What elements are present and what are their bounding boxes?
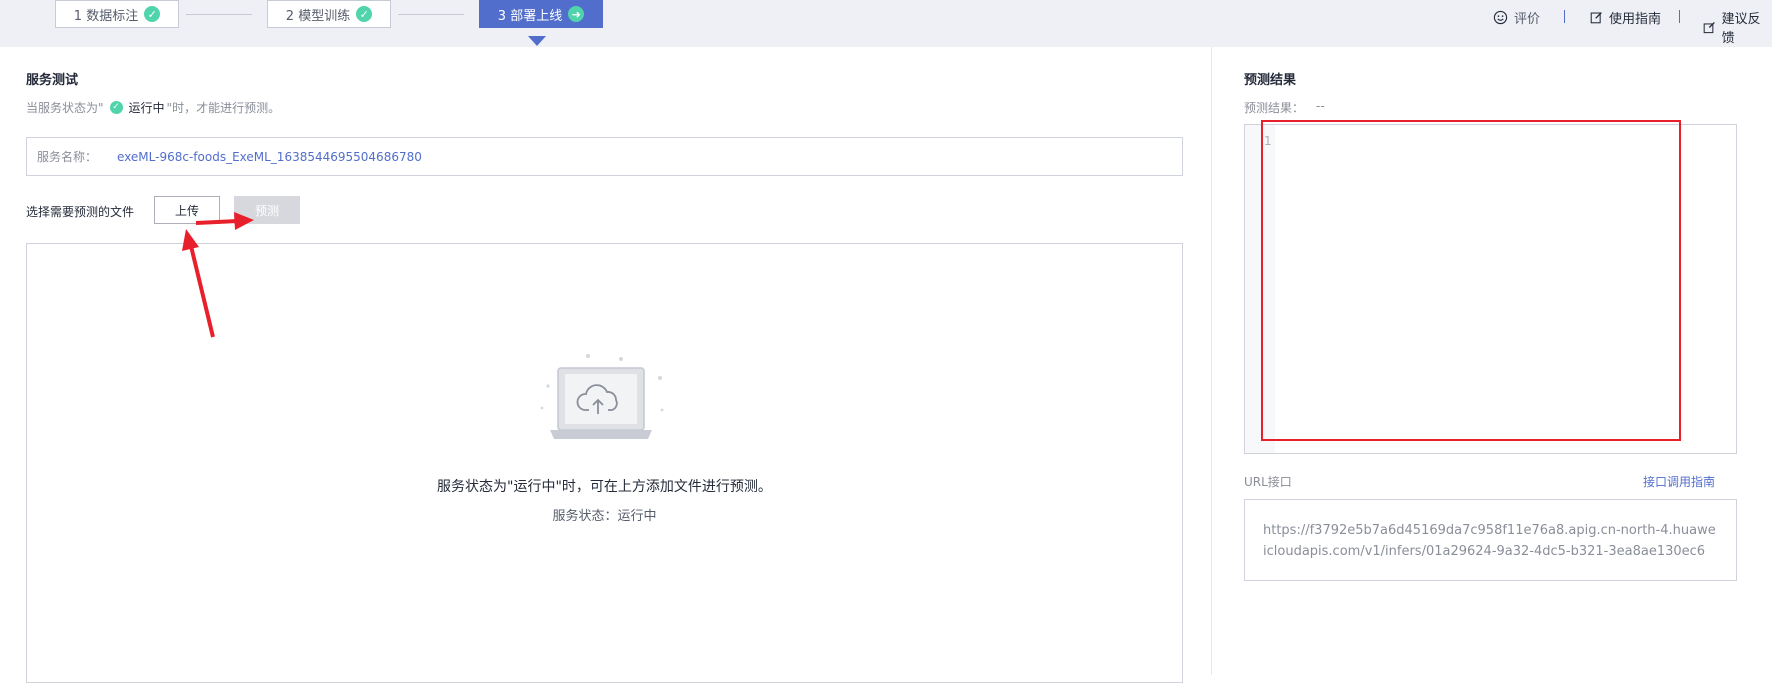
predict-button[interactable]: 预测 bbox=[234, 196, 300, 224]
service-name-label: 服务名称： bbox=[37, 150, 98, 164]
arrow-right-icon: ➜ bbox=[568, 6, 585, 22]
step-model-training[interactable]: 2 模型训练 ✓ bbox=[267, 0, 391, 28]
rate-label: 评价 bbox=[1514, 12, 1541, 27]
feedback-link[interactable]: 建议反馈 bbox=[1703, 8, 1772, 46]
rate-link[interactable]: 评价 bbox=[1493, 8, 1540, 27]
url-guide-link[interactable]: 接口调用指南 bbox=[1643, 473, 1715, 490]
step-data-labeling[interactable]: 1 数据标注 ✓ bbox=[55, 0, 179, 28]
step-label: 3 部署上线 bbox=[497, 8, 563, 24]
step-deploy[interactable]: 3 部署上线 ➜ bbox=[479, 0, 603, 28]
hint-prefix: 当服务状态为" bbox=[26, 101, 104, 115]
prediction-result-line: 预测结果： -- bbox=[1244, 99, 1325, 116]
prediction-result-label: 预测结果： bbox=[1244, 101, 1305, 115]
step-connector bbox=[186, 14, 252, 15]
laptop-cloud-upload-icon bbox=[540, 354, 664, 439]
prediction-result-title: 预测结果 bbox=[1244, 73, 1297, 88]
smile-icon bbox=[1493, 10, 1508, 25]
check-icon: ✓ bbox=[109, 101, 123, 114]
external-edit-icon bbox=[1703, 21, 1715, 33]
divider bbox=[1679, 10, 1680, 23]
check-icon: ✓ bbox=[356, 6, 373, 22]
url-label: URL接口 bbox=[1244, 475, 1292, 489]
service-name-field: 服务名称： exeML-968c-foods_ExeML_16385446955… bbox=[26, 137, 1183, 176]
step-connector bbox=[398, 14, 464, 15]
divider bbox=[1564, 10, 1565, 23]
prediction-result-value: -- bbox=[1316, 99, 1325, 113]
upload-button[interactable]: 上传 bbox=[154, 196, 220, 224]
service-test-title: 服务测试 bbox=[26, 73, 79, 88]
hint-suffix: "时，才能进行预测。 bbox=[166, 101, 281, 115]
service-status-hint: 当服务状态为" ✓ 运行中 "时，才能进行预测。 bbox=[26, 99, 280, 116]
select-file-label: 选择需要预测的文件 bbox=[26, 205, 135, 219]
url-value-field[interactable]: https://f3792e5b7a6d45169da7c958f11e76a8… bbox=[1244, 499, 1737, 581]
step-label: 2 模型训练 bbox=[285, 8, 351, 24]
edit-icon bbox=[1590, 12, 1602, 24]
file-dropzone[interactable] bbox=[26, 243, 1183, 683]
hint-status: 运行中 bbox=[128, 101, 165, 115]
panel-divider bbox=[1211, 47, 1212, 675]
check-icon: ✓ bbox=[144, 6, 161, 22]
step-label: 1 数据标注 bbox=[73, 8, 139, 24]
annotation-highlight-box bbox=[1261, 120, 1681, 441]
dropzone-status: 服务状态：运行中 bbox=[552, 509, 657, 524]
guide-label: 使用指南 bbox=[1609, 12, 1662, 27]
feedback-label: 建议反馈 bbox=[1721, 12, 1761, 46]
service-name-value[interactable]: exeML-968c-foods_ExeML_16385446955046867… bbox=[117, 150, 422, 164]
active-step-pointer bbox=[528, 36, 546, 46]
guide-link[interactable]: 使用指南 bbox=[1590, 8, 1661, 27]
dropzone-message: 服务状态为"运行中"时，可在上方添加文件进行预测。 bbox=[437, 479, 772, 495]
